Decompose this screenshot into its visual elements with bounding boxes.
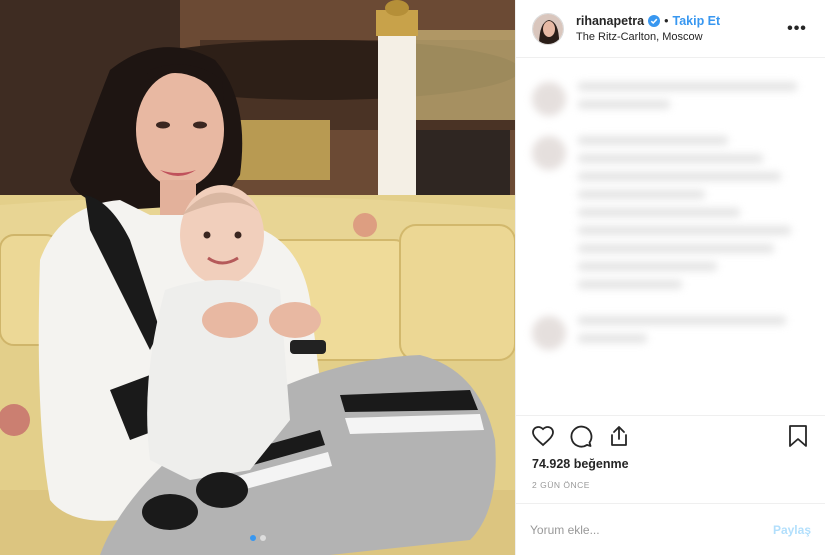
verified-badge-icon <box>648 14 661 27</box>
comment-item <box>532 82 809 118</box>
post-photo[interactable] <box>0 0 515 555</box>
follow-button[interactable]: Takip Et <box>672 13 720 29</box>
share-icon[interactable] <box>606 423 632 449</box>
post-header: rihanapetra • Takip Et The Ritz-Carlton,… <box>516 0 825 58</box>
comments-section <box>516 58 825 415</box>
avatar[interactable] <box>532 12 564 45</box>
comment-icon[interactable] <box>568 423 594 449</box>
more-options-icon[interactable]: ••• <box>785 17 809 41</box>
comment-avatar <box>532 316 566 350</box>
comment-avatar <box>532 82 566 116</box>
instagram-post: rihanapetra • Takip Et The Ritz-Carlton,… <box>0 0 825 555</box>
photo-illustration <box>0 0 515 555</box>
location-link[interactable]: The Ritz-Carlton, Moscow <box>576 29 785 45</box>
bookmark-icon[interactable] <box>785 423 811 449</box>
carousel-dot-active[interactable] <box>249 535 256 541</box>
comment-item <box>532 136 809 298</box>
comment-avatar <box>532 136 566 170</box>
header-separator: • <box>664 13 669 28</box>
post-side-panel: rihanapetra • Takip Et The Ritz-Carlton,… <box>515 0 825 555</box>
likes-count[interactable]: 74.928 beğenme <box>516 455 825 473</box>
comment-item <box>532 316 809 352</box>
post-timestamp[interactable]: 2 GÜN ÖNCE <box>516 473 825 503</box>
post-comment-button[interactable]: Paylaş <box>773 523 811 537</box>
carousel-indicator <box>0 535 515 541</box>
comment-input[interactable] <box>530 522 773 537</box>
carousel-dot[interactable] <box>259 535 266 541</box>
action-bar <box>516 415 825 455</box>
username-link[interactable]: rihanapetra <box>576 13 644 29</box>
heart-icon[interactable] <box>530 423 556 449</box>
avatar-image <box>533 13 563 44</box>
add-comment-form: Paylaş <box>516 503 825 555</box>
